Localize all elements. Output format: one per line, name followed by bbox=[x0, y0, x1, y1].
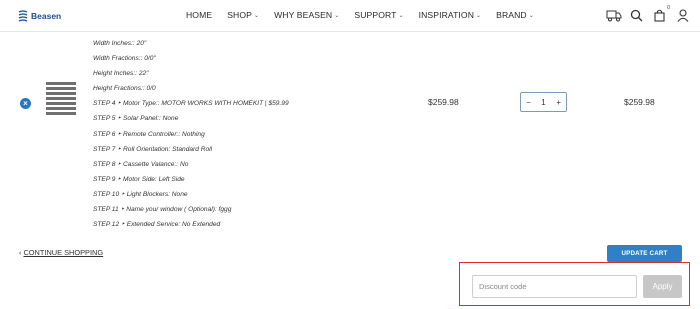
blind-slat bbox=[46, 112, 76, 115]
nav-item-inspiration[interactable]: INSPIRATION ⌄ bbox=[419, 10, 482, 20]
option-line: STEP 11 ‣ Name your window ( Optional): … bbox=[93, 206, 232, 214]
chevron-left-icon: ‹ bbox=[19, 248, 22, 257]
cart-page: Beasen HOME SHOP ⌄ WHY BEASEN ⌄ SUPPORT … bbox=[0, 0, 700, 309]
truck-icon[interactable] bbox=[605, 7, 622, 24]
option-line: STEP 12 ‣ Extended Service: No Extended bbox=[93, 221, 221, 229]
site-header: Beasen HOME SHOP ⌄ WHY BEASEN ⌄ SUPPORT … bbox=[0, 0, 700, 32]
update-cart-button[interactable]: UPDATE CART bbox=[607, 245, 682, 262]
quantity-stepper: − 1 + bbox=[520, 92, 567, 112]
chevron-down-icon: ⌄ bbox=[253, 12, 260, 19]
logo-mark-icon bbox=[18, 9, 28, 22]
option-line: STEP 8 ‣ Cassette Valance:: No bbox=[93, 160, 189, 168]
search-icon[interactable] bbox=[628, 7, 645, 24]
nav-item-label: WHY BEASEN bbox=[274, 10, 333, 20]
option-line: Width Inches:: 20" bbox=[93, 40, 147, 47]
apply-discount-button[interactable]: Apply bbox=[643, 275, 682, 298]
option-line: Height Fractions:: 0/0 bbox=[93, 85, 156, 93]
continue-shopping-link[interactable]: ‹ CONTINUE SHOPPING bbox=[19, 248, 103, 257]
option-line: STEP 7 ‣ Roll Orientation: Standard Roll bbox=[93, 145, 213, 153]
line-subtotal: $259.98 bbox=[624, 97, 655, 107]
option-line: Width Fractions:: 0/0" bbox=[93, 55, 156, 63]
cart-icon[interactable]: 0 bbox=[651, 5, 670, 24]
product-options: Width Inches:: 20" Width Fractions:: 0/0… bbox=[93, 36, 413, 232]
remove-item-button[interactable]: × bbox=[20, 98, 31, 109]
quantity-value[interactable]: 1 bbox=[541, 98, 545, 107]
nav-item-label: SHOP bbox=[227, 10, 252, 20]
option-line: Height Inches:: 22" bbox=[93, 70, 149, 78]
blind-slat bbox=[46, 82, 76, 85]
product-thumbnail[interactable] bbox=[46, 82, 76, 118]
brand-logo[interactable]: Beasen bbox=[18, 8, 61, 24]
nav-item-label: SUPPORT bbox=[354, 10, 397, 20]
blind-slat bbox=[46, 97, 76, 100]
nav-item-shop[interactable]: SHOP ⌄ bbox=[227, 10, 259, 20]
option-line: STEP 4 ‣ Motor Type:: MOTOR WORKS WITH H… bbox=[93, 100, 289, 108]
nav-item-label: BRAND bbox=[496, 10, 527, 20]
nav-item-brand[interactable]: BRAND ⌄ bbox=[496, 10, 534, 20]
chevron-down-icon: ⌄ bbox=[528, 12, 534, 19]
blind-slat bbox=[46, 107, 76, 110]
discount-code-input[interactable] bbox=[472, 275, 637, 298]
option-line: STEP 5 ‣ Solar Panel:: None bbox=[93, 115, 179, 123]
brand-name: Beasen bbox=[31, 11, 62, 21]
nav-item-label: INSPIRATION bbox=[418, 10, 474, 20]
option-line: STEP 6 ‣ Remote Controller:: Nothing bbox=[93, 130, 205, 138]
nav-item-support[interactable]: SUPPORT ⌄ bbox=[354, 10, 403, 20]
quantity-increase-button[interactable]: + bbox=[556, 98, 561, 107]
nav-item-label: HOME bbox=[186, 10, 213, 20]
header-icons: 0 bbox=[605, 5, 691, 24]
unit-price: $259.98 bbox=[428, 97, 459, 107]
blind-slat bbox=[46, 102, 76, 105]
user-icon[interactable] bbox=[674, 7, 691, 24]
main-nav: HOME SHOP ⌄ WHY BEASEN ⌄ SUPPORT ⌄ INSPI… bbox=[186, 10, 549, 20]
chevron-down-icon: ⌄ bbox=[334, 12, 340, 19]
quantity-decrease-button[interactable]: − bbox=[526, 98, 531, 107]
option-line: STEP 10 ‣ Light Blockers: None bbox=[93, 190, 188, 198]
nav-item-why-beasen[interactable]: WHY BEASEN ⌄ bbox=[274, 10, 339, 20]
blind-slat bbox=[46, 92, 76, 95]
cart-count-badge: 0 bbox=[667, 5, 670, 11]
continue-shopping-label: CONTINUE SHOPPING bbox=[23, 248, 104, 257]
nav-item-home[interactable]: HOME bbox=[186, 10, 212, 20]
blind-slat bbox=[46, 87, 76, 90]
chevron-down-icon: ⌄ bbox=[398, 12, 404, 19]
chevron-down-icon: ⌄ bbox=[476, 12, 482, 19]
option-line: STEP 9 ‣ Motor Side: Left Side bbox=[93, 175, 185, 183]
